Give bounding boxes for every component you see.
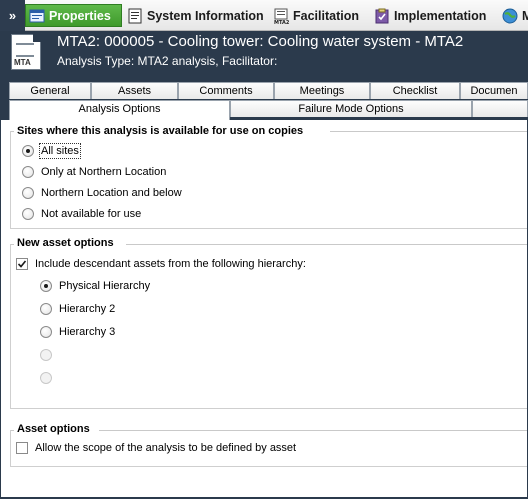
toolbar-properties-button[interactable]: Properties bbox=[25, 4, 122, 27]
analysis-document-icon-tag: MTA bbox=[14, 58, 31, 67]
analysis-document-icon: MTA bbox=[11, 34, 41, 70]
facilitation-icon: MTA2 bbox=[273, 8, 290, 26]
site-option-all-sites-label: All sites bbox=[39, 143, 81, 159]
allow-scope-label: Allow the scope of the analysis to be de… bbox=[35, 442, 297, 454]
site-option-northern-and-below[interactable]: Northern Location and below bbox=[22, 187, 182, 199]
site-option-northern-only-radio[interactable] bbox=[22, 166, 34, 178]
tab-more[interactable] bbox=[472, 100, 528, 117]
site-option-all-sites-radio[interactable] bbox=[22, 145, 34, 157]
hierarchy-option-3-label: Hierarchy 3 bbox=[59, 326, 116, 338]
hierarchy-option-2[interactable]: Hierarchy 2 bbox=[40, 303, 115, 315]
toolbar-more-label: M bbox=[522, 8, 528, 23]
hierarchy-option-physical-label: Physical Hierarchy bbox=[59, 280, 151, 292]
hierarchy-option-2-radio[interactable] bbox=[40, 303, 52, 315]
allow-scope-option[interactable]: Allow the scope of the analysis to be de… bbox=[16, 442, 296, 454]
tab-checklist[interactable]: Checklist bbox=[370, 82, 460, 99]
tab-meetings[interactable]: Meetings bbox=[274, 82, 370, 99]
implementation-icon bbox=[374, 8, 390, 24]
toolbar-system-information-button[interactable]: System Information bbox=[127, 4, 264, 27]
toolbar-more-button[interactable]: M bbox=[502, 4, 528, 27]
page-subtitle: Analysis Type: MTA2 analysis, Facilitato… bbox=[57, 54, 278, 68]
tab-general[interactable]: General bbox=[9, 82, 91, 99]
toolbar-implementation-label: Implementation bbox=[394, 8, 487, 23]
expand-icon[interactable]: » bbox=[0, 0, 25, 31]
site-option-northern-only[interactable]: Only at Northern Location bbox=[22, 166, 166, 178]
hierarchy-option-empty-1 bbox=[40, 349, 59, 361]
toolbar-facilitation-button[interactable]: MTA2 Facilitation bbox=[273, 4, 359, 27]
site-option-not-available-radio[interactable] bbox=[22, 208, 34, 220]
site-option-northern-only-label: Only at Northern Location bbox=[41, 166, 167, 178]
site-option-not-available[interactable]: Not available for use bbox=[22, 208, 141, 220]
hierarchy-option-3[interactable]: Hierarchy 3 bbox=[40, 326, 115, 338]
include-descendants-label: Include descendant assets from the follo… bbox=[35, 258, 306, 270]
page-title: MTA2: 000005 - Cooling tower: Cooling wa… bbox=[57, 33, 464, 50]
analysis-header: MTA MTA2: 000005 - Cooling tower: Coolin… bbox=[0, 31, 528, 73]
site-option-northern-and-below-label: Northern Location and below bbox=[41, 187, 182, 199]
globe-icon bbox=[502, 8, 518, 24]
hierarchy-option-3-radio[interactable] bbox=[40, 326, 52, 338]
hierarchy-option-physical[interactable]: Physical Hierarchy bbox=[40, 280, 150, 292]
allow-scope-checkbox[interactable] bbox=[16, 442, 28, 454]
tab-analysis-options[interactable]: Analysis Options bbox=[9, 100, 230, 121]
toolbar: » Properties System Information MTA2 Fac… bbox=[0, 0, 528, 31]
tab-failure-mode-options[interactable]: Failure Mode Options bbox=[230, 100, 472, 117]
site-option-all-sites[interactable]: All sites bbox=[22, 143, 81, 159]
toolbar-facilitation-label: Facilitation bbox=[293, 8, 359, 23]
tab-strip: General Assets Comments Meetings Checkli… bbox=[0, 73, 528, 121]
tab-comments[interactable]: Comments bbox=[178, 82, 274, 99]
checkmark-icon bbox=[17, 260, 27, 268]
hierarchy-option-empty-2 bbox=[40, 372, 59, 384]
toolbar-implementation-button[interactable]: Implementation bbox=[374, 4, 486, 27]
include-descendants-checkbox[interactable] bbox=[16, 258, 28, 270]
tab-assets[interactable]: Assets bbox=[91, 82, 178, 99]
toolbar-system-information-label: System Information bbox=[147, 8, 264, 23]
site-option-not-available-label: Not available for use bbox=[41, 208, 142, 220]
system-information-icon bbox=[127, 8, 143, 24]
toolbar-properties-label: Properties bbox=[49, 8, 111, 23]
include-descendants-option[interactable]: Include descendant assets from the follo… bbox=[16, 258, 306, 270]
properties-icon bbox=[29, 8, 45, 24]
hierarchy-option-empty-2-radio bbox=[40, 372, 52, 384]
svg-text:MTA2: MTA2 bbox=[274, 20, 289, 24]
tab-documents[interactable]: Documen bbox=[460, 82, 528, 99]
hierarchy-option-2-label: Hierarchy 2 bbox=[59, 303, 116, 315]
hierarchy-option-physical-radio[interactable] bbox=[40, 280, 52, 292]
site-option-northern-and-below-radio[interactable] bbox=[22, 187, 34, 199]
hierarchy-option-empty-1-radio bbox=[40, 349, 52, 361]
